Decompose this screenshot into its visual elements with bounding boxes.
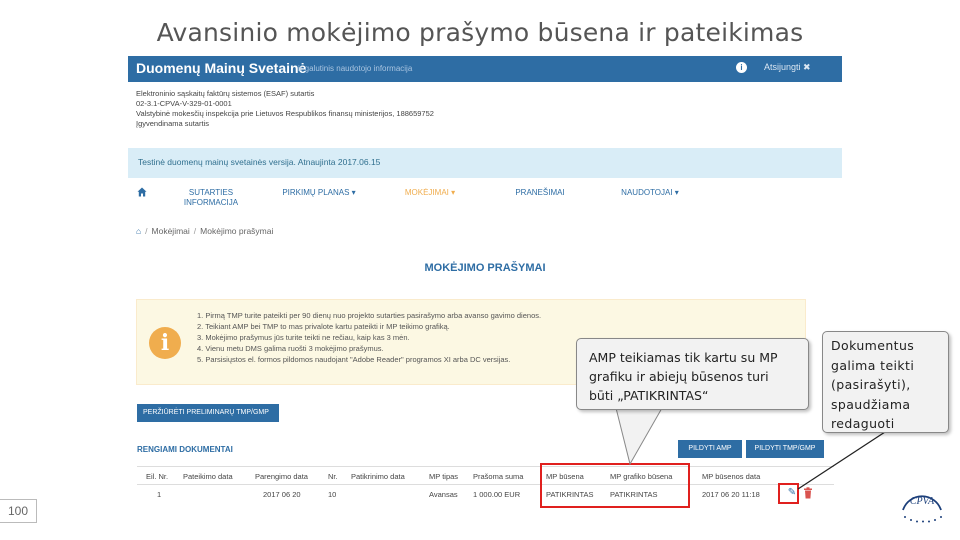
callout-document-note: Dokumentus galima teikti (pasirašyti), s…: [822, 331, 949, 433]
cpva-logo: CPVA: [902, 495, 942, 523]
slide: Avansinio mokėjimo prašymo būsena ir pat…: [0, 0, 960, 540]
page-number: 100: [0, 499, 37, 523]
callout-pointer-amp: [615, 407, 663, 466]
callout-pointers: [615, 407, 886, 490]
callout-pointer-doc: [797, 431, 886, 490]
callout-amp-note: AMP teikiamas tik kartu su MP grafiku ir…: [576, 338, 809, 410]
svg-text:CPVA: CPVA: [910, 496, 935, 507]
